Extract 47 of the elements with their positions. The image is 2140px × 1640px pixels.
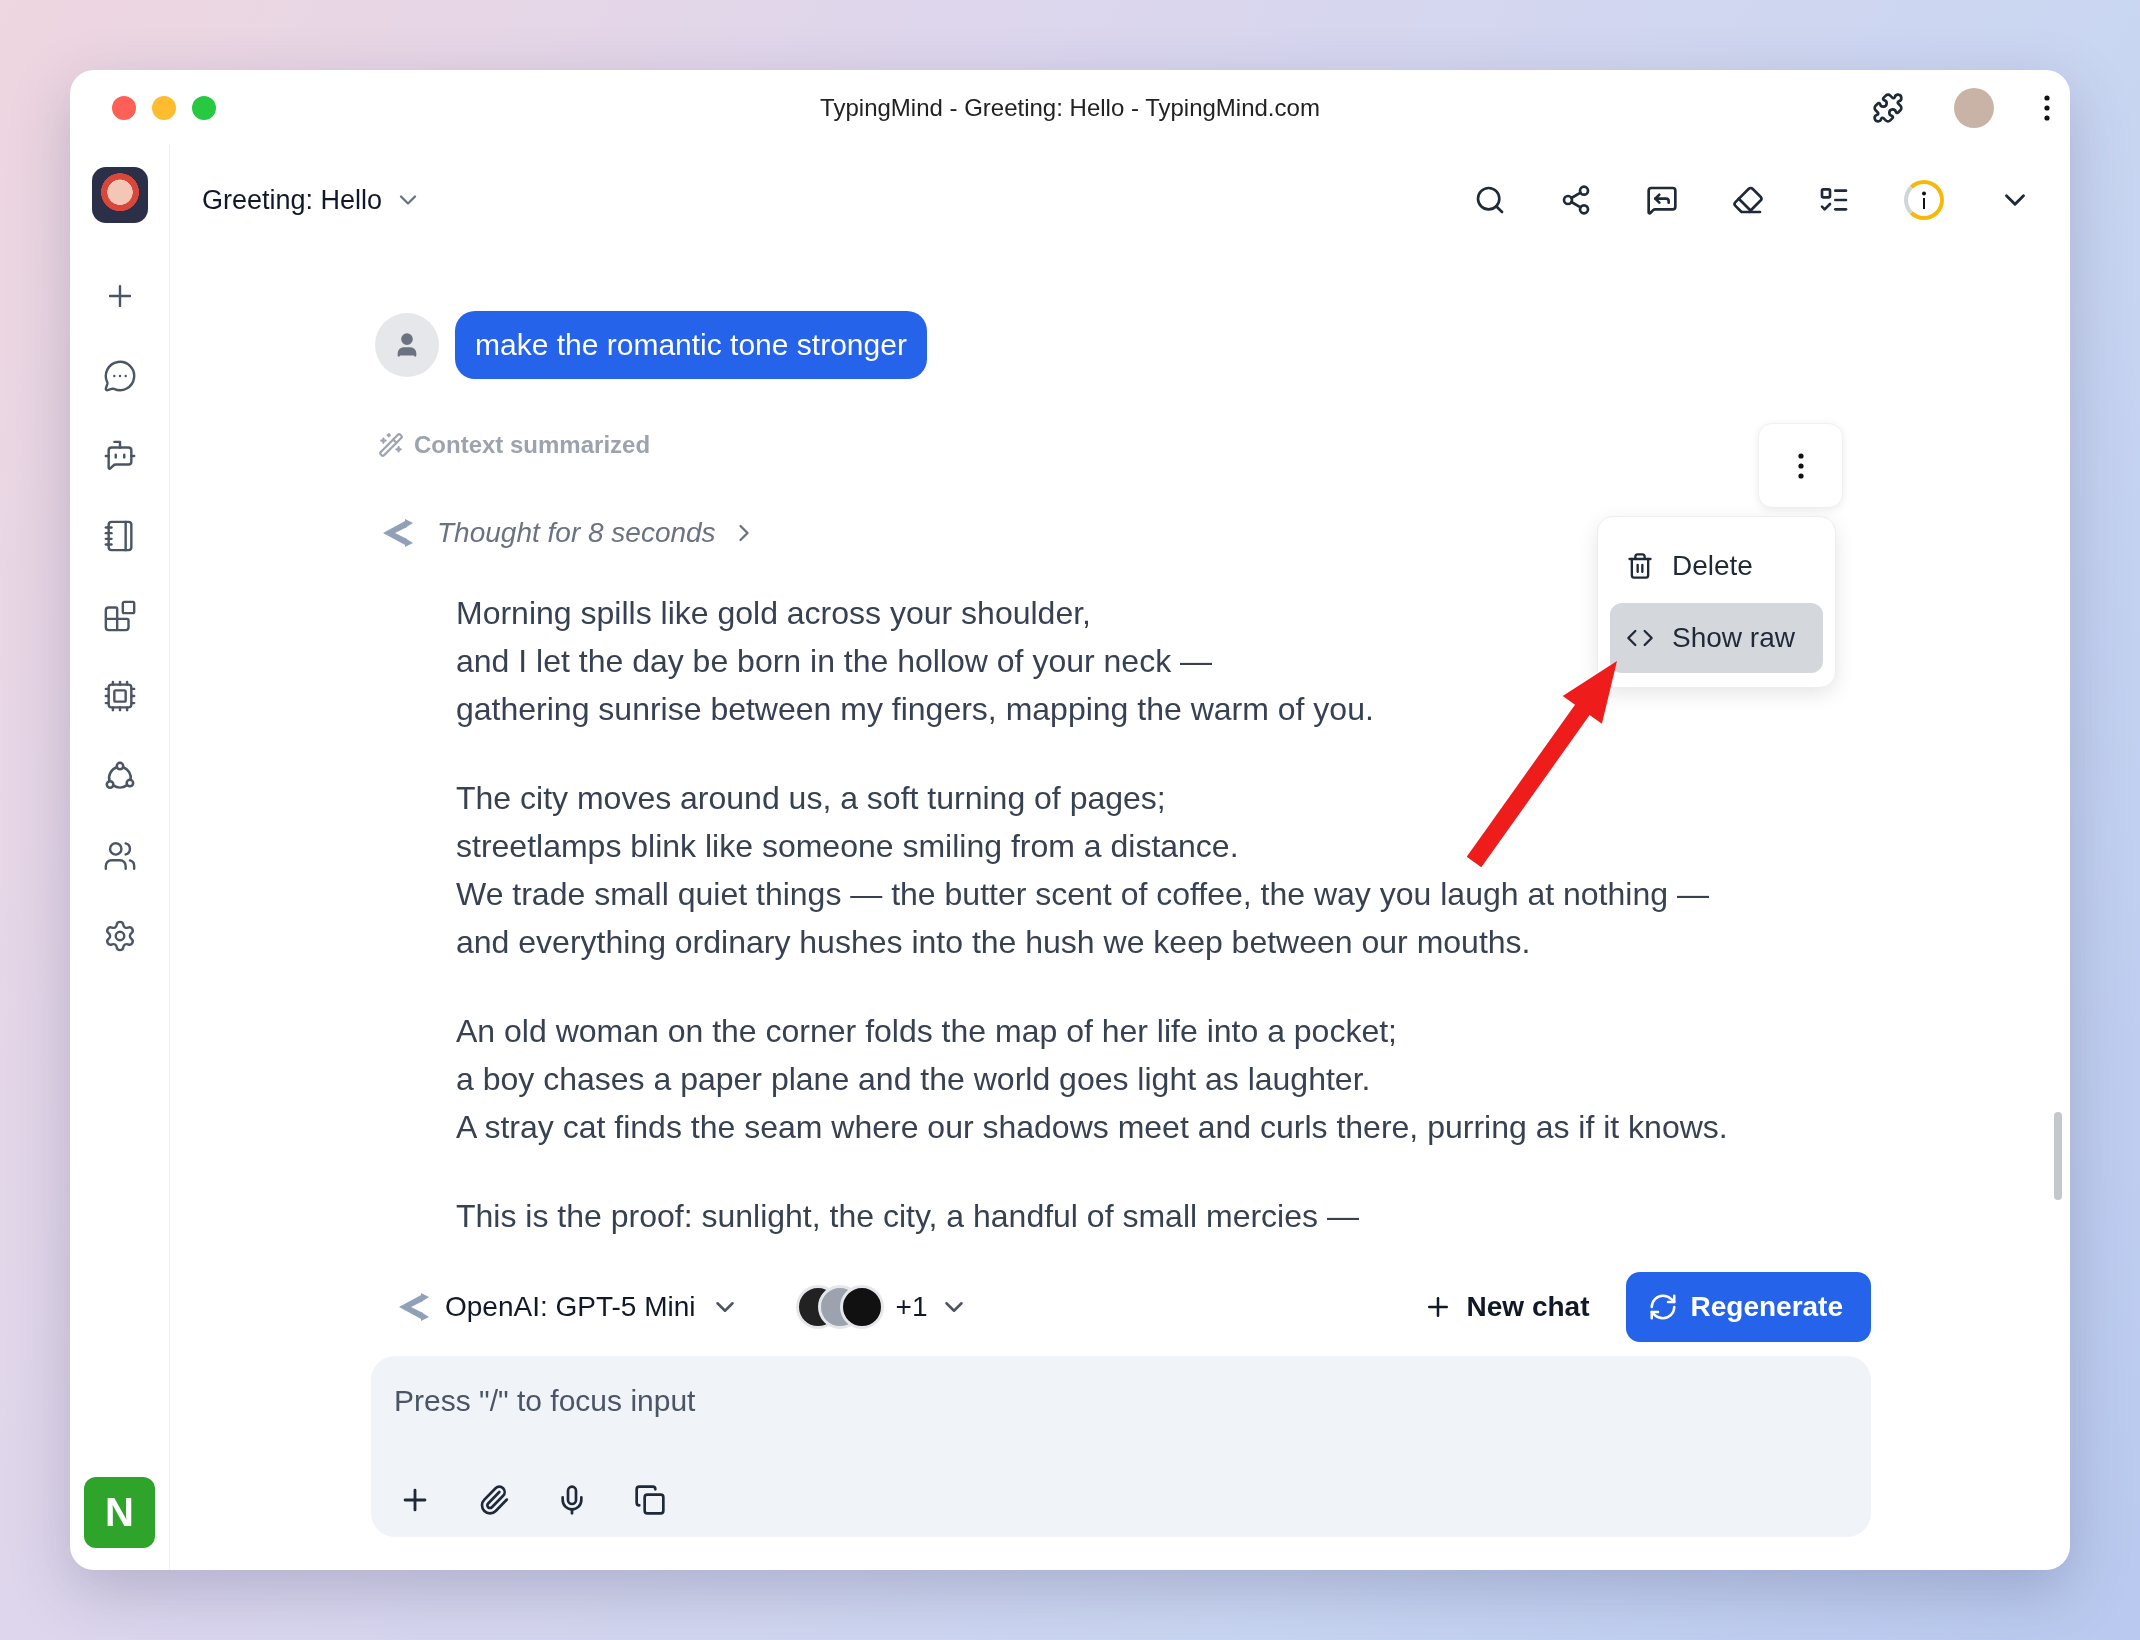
- poem-line: and I let the day be born in the hollow of your neck —: [456, 642, 1212, 681]
- app-logo[interactable]: [91, 167, 148, 223]
- window-title: TypingMind - Greeting: Hello - TypingMind.com: [820, 93, 1320, 122]
- poem-line: gathering sunrise between my fingers, mapping the warm of you.: [456, 690, 1374, 729]
- user-message: make the romantic tone stronger: [455, 311, 927, 379]
- poem-line: a boy chases a paper plane and the world goes light as laughter.: [456, 1060, 1371, 1099]
- eraser-icon[interactable]: [1732, 184, 1764, 216]
- chat-title-dropdown[interactable]: Greeting: Hello: [202, 184, 423, 216]
- extension-button[interactable]: [1872, 91, 1904, 124]
- search-icon[interactable]: [1474, 184, 1506, 216]
- new-chat-button[interactable]: New chat: [1422, 1291, 1590, 1323]
- more-options-button[interactable]: [2044, 94, 2050, 121]
- users-icon[interactable]: [102, 839, 137, 873]
- trash-icon: [1626, 552, 1654, 580]
- poem-line: A stray cat finds the seam where our shadows meet and curls there, purring as if it knows.: [456, 1108, 1728, 1147]
- kebab-icon: [1797, 452, 1804, 479]
- poem-line: streetlamps blink like someone smiling from a distance.: [456, 827, 1239, 866]
- model-group-selector[interactable]: +1: [795, 1285, 970, 1329]
- poem-line: Morning spills like gold across your shoulder,: [456, 594, 1091, 633]
- context-note: Context summarized: [414, 431, 651, 459]
- thought-toggle[interactable]: Thought for 8 seconds: [437, 517, 758, 549]
- copy-icon[interactable]: [634, 1483, 666, 1517]
- chip-icon[interactable]: [102, 679, 137, 713]
- refresh-icon: [1648, 1292, 1679, 1322]
- paperclip-icon[interactable]: [478, 1483, 510, 1517]
- info-icon: [1921, 191, 1927, 209]
- poem-line: This is the proof: sunlight, the city, a handful of small mercies —: [456, 1197, 1359, 1236]
- poem-line: and everything ordinary hushes into the hush we keep between our mouths.: [456, 923, 1531, 962]
- regenerate-button[interactable]: Regenerate: [1626, 1272, 1871, 1342]
- blocks-icon[interactable]: [102, 599, 137, 633]
- poem-line: An old woman on the corner folds the map of her life into a pocket;: [456, 1012, 1397, 1051]
- poem-line: The city moves around us, a soft turning of pages;: [456, 779, 1166, 818]
- kebab-icon: [2044, 94, 2050, 121]
- close-window-button[interactable]: [112, 95, 136, 120]
- reply-bubble-icon[interactable]: [1646, 184, 1678, 216]
- info-button[interactable]: [1904, 180, 1944, 220]
- model-avatar: [839, 1285, 884, 1329]
- message-input[interactable]: Press "/" to focus input: [394, 1384, 1848, 1418]
- share-icon[interactable]: [1560, 184, 1592, 216]
- chat-bubble-icon[interactable]: [102, 359, 137, 393]
- menu-item[interactable]: Show raw: [1610, 603, 1823, 673]
- scrollbar-thumb[interactable]: [2054, 1112, 2062, 1200]
- menu-item[interactable]: Delete: [1610, 531, 1823, 601]
- poem-line: We trade small quiet things — the butter scent of coffee, the way you laugh at nothing —: [456, 875, 1709, 914]
- model-selector[interactable]: OpenAI: GPT-5 Mini: [391, 1291, 740, 1323]
- bot-icon[interactable]: [102, 439, 137, 473]
- magic-wand-icon: [378, 432, 404, 458]
